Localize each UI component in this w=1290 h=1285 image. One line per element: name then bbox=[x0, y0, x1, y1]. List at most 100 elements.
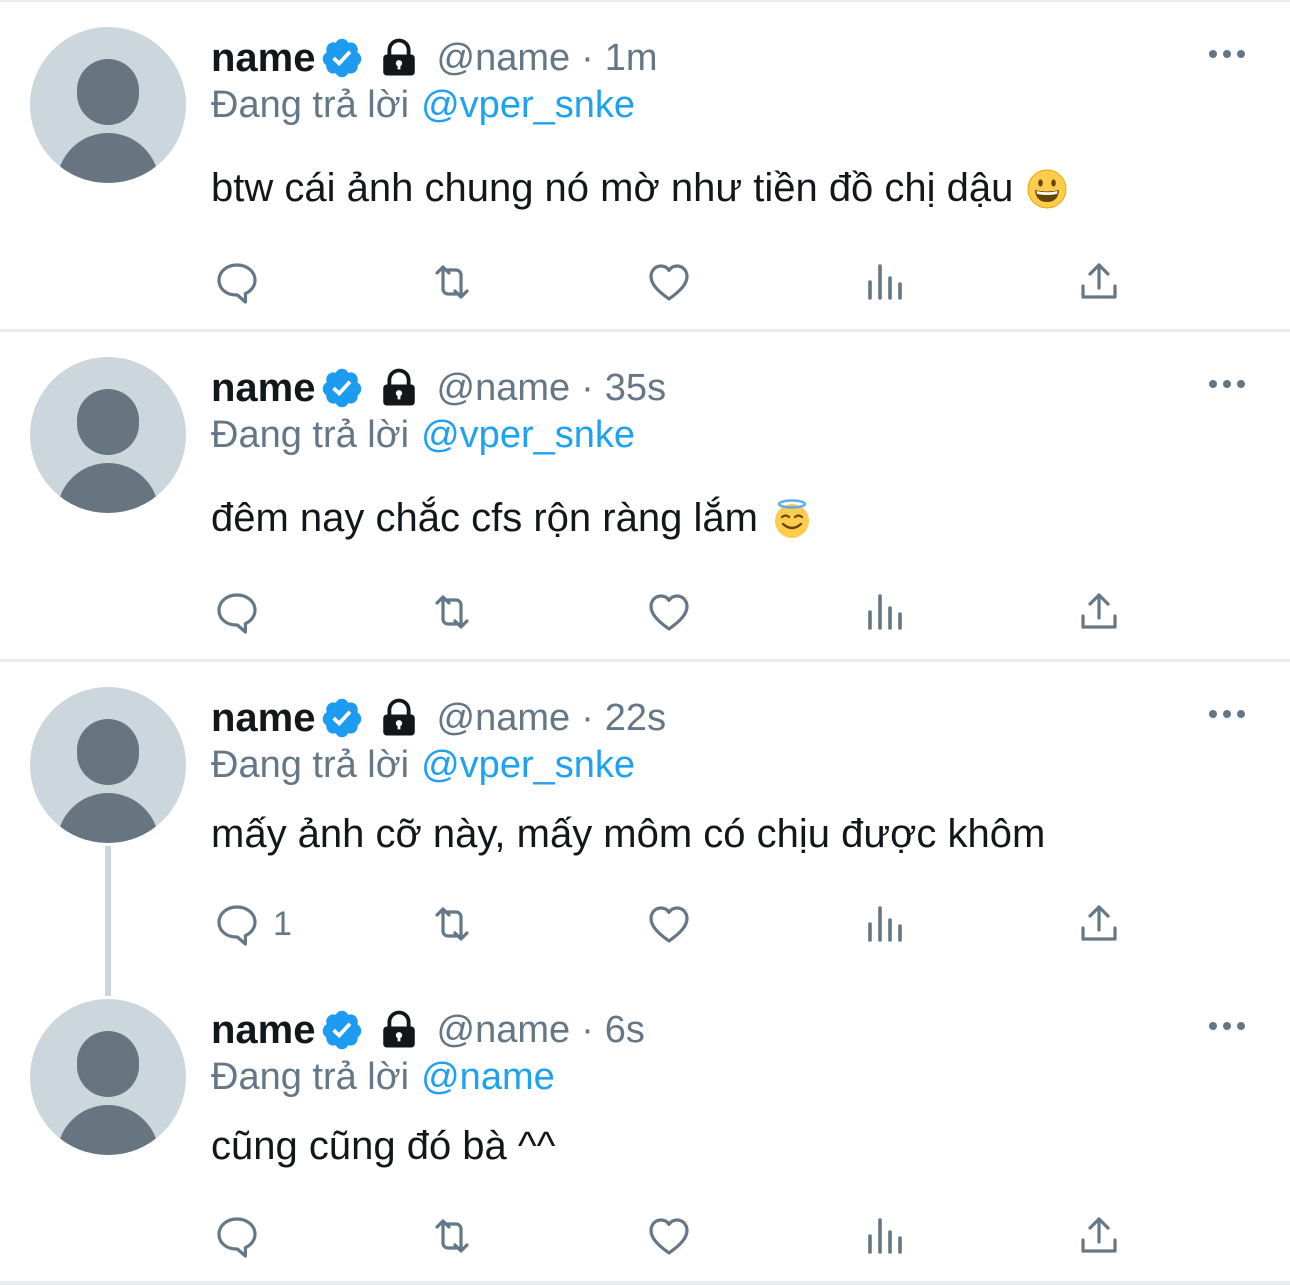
verified-badge-icon bbox=[322, 38, 361, 78]
like-button[interactable] bbox=[645, 1208, 693, 1264]
retweet-button[interactable] bbox=[428, 254, 476, 310]
analytics-icon bbox=[868, 906, 902, 942]
tweet-text: đêm nay chắc cfs rộn ràng lắm bbox=[211, 496, 812, 541]
username[interactable]: @name bbox=[437, 697, 571, 740]
tweet-text: btw cái ảnh chung nó mờ như tiền đồ chị … bbox=[211, 166, 1067, 211]
display-name[interactable]: name bbox=[211, 36, 316, 81]
views-button[interactable] bbox=[860, 584, 908, 640]
separator-dot: · bbox=[581, 1008, 594, 1051]
timestamp[interactable]: 22s bbox=[605, 697, 666, 740]
reply-count: 1 bbox=[273, 904, 292, 943]
separator-dot: · bbox=[581, 366, 594, 409]
tweet[interactable]: name @name · 35s Đang trả lời @vper_snke … bbox=[0, 330, 1290, 659]
avatar[interactable] bbox=[30, 999, 186, 1155]
display-name[interactable]: name bbox=[211, 366, 316, 411]
replying-to-label: Đang trả lời bbox=[211, 1056, 410, 1098]
like-button[interactable] bbox=[645, 896, 693, 952]
share-button[interactable] bbox=[1075, 584, 1123, 640]
retweet-button[interactable] bbox=[428, 896, 476, 952]
replying-to: Đang trả lời @vper_snke bbox=[211, 414, 635, 457]
more-icon[interactable] bbox=[1206, 47, 1248, 61]
replying-to: Đang trả lời @vper_snke bbox=[211, 84, 635, 127]
like-button[interactable] bbox=[645, 584, 693, 640]
replying-to-handle[interactable]: @vper_snke bbox=[421, 84, 635, 126]
replying-to-label: Đang trả lời bbox=[211, 414, 410, 456]
reply-button[interactable] bbox=[213, 1208, 273, 1264]
more-icon[interactable] bbox=[1206, 707, 1248, 721]
username[interactable]: @name bbox=[437, 1009, 571, 1052]
separator-dot: · bbox=[581, 696, 594, 739]
tweet-actions: 1 bbox=[0, 896, 1290, 952]
timestamp[interactable]: 6s bbox=[605, 1009, 645, 1052]
username[interactable]: @name bbox=[437, 367, 571, 410]
tweet-header: name @name · 35s bbox=[211, 366, 666, 410]
like-button[interactable] bbox=[645, 254, 693, 310]
retweet-button[interactable] bbox=[428, 584, 476, 640]
verified-badge-icon bbox=[322, 698, 361, 738]
tweet-actions bbox=[0, 254, 1290, 310]
views-button[interactable] bbox=[860, 896, 908, 952]
heart-icon bbox=[649, 1218, 689, 1255]
smiling-face-with-halo-emoji-icon bbox=[774, 498, 809, 538]
tweet-text-content: mấy ảnh cỡ này, mấy môm có chịu được khô… bbox=[211, 812, 1046, 856]
views-button[interactable] bbox=[860, 254, 908, 310]
replying-to-label: Đang trả lời bbox=[211, 84, 410, 126]
grinning-face-emoji-icon bbox=[1027, 169, 1067, 208]
more-icon[interactable] bbox=[1206, 377, 1248, 391]
share-icon bbox=[1081, 593, 1117, 629]
verified-badge-icon bbox=[322, 1010, 361, 1050]
tweet-header: name @name · 22s bbox=[211, 696, 666, 740]
tweet-text-content: cũng cũng đó bà ^^ bbox=[211, 1124, 556, 1168]
replying-to-handle[interactable]: @vper_snke bbox=[421, 744, 635, 786]
reply-icon bbox=[217, 263, 257, 304]
replying-to: Đang trả lời @name bbox=[211, 1056, 555, 1099]
reply-button[interactable] bbox=[213, 254, 273, 310]
timestamp[interactable]: 35s bbox=[605, 367, 666, 410]
share-button[interactable] bbox=[1075, 254, 1123, 310]
reply-icon bbox=[217, 905, 257, 946]
lock-icon bbox=[382, 1010, 415, 1048]
views-button[interactable] bbox=[860, 1208, 908, 1264]
tweet[interactable]: name @name · 1m Đang trả lời @vper_snke b… bbox=[0, 0, 1290, 329]
separator-dot: · bbox=[581, 36, 594, 79]
share-icon bbox=[1081, 1217, 1117, 1253]
display-name[interactable]: name bbox=[211, 696, 316, 741]
heart-icon bbox=[649, 264, 689, 301]
avatar[interactable] bbox=[30, 687, 186, 843]
retweet-icon bbox=[435, 595, 469, 629]
tweet[interactable]: name @name · 22s Đang trả lời @vper_snke … bbox=[0, 660, 1290, 990]
tweet-actions bbox=[0, 1208, 1290, 1264]
reply-button[interactable]: 1 bbox=[213, 896, 292, 952]
share-button[interactable] bbox=[1075, 1208, 1123, 1264]
reply-icon bbox=[217, 593, 257, 634]
tweet-text: cũng cũng đó bà ^^ bbox=[211, 1124, 555, 1169]
lock-icon bbox=[382, 38, 415, 76]
retweet-button[interactable] bbox=[428, 1208, 476, 1264]
replying-to-handle[interactable]: @name bbox=[421, 1056, 555, 1098]
lock-icon bbox=[382, 368, 415, 406]
tweet-header: name @name · 1m bbox=[211, 36, 658, 80]
tweet-header: name @name · 6s bbox=[211, 1008, 645, 1052]
replying-to-handle[interactable]: @vper_snke bbox=[421, 414, 635, 456]
share-button[interactable] bbox=[1075, 896, 1123, 952]
share-icon bbox=[1081, 905, 1117, 941]
lock-icon bbox=[382, 698, 415, 736]
retweet-icon bbox=[435, 265, 469, 299]
share-icon bbox=[1081, 263, 1117, 299]
display-name[interactable]: name bbox=[211, 1008, 316, 1053]
timestamp[interactable]: 1m bbox=[605, 37, 658, 80]
tweet-text-content: btw cái ảnh chung nó mờ như tiền đồ chị … bbox=[211, 166, 1014, 210]
avatar[interactable] bbox=[30, 357, 186, 513]
heart-icon bbox=[649, 594, 689, 631]
more-icon[interactable] bbox=[1206, 1019, 1248, 1033]
tweet-text: mấy ảnh cỡ này, mấy môm có chịu được khô… bbox=[211, 812, 1045, 857]
analytics-icon bbox=[868, 594, 902, 630]
verified-badge-icon bbox=[322, 368, 361, 408]
retweet-icon bbox=[435, 1219, 469, 1253]
analytics-icon bbox=[868, 1218, 902, 1254]
reply-button[interactable] bbox=[213, 584, 273, 640]
username[interactable]: @name bbox=[437, 37, 571, 80]
tweet[interactable]: name @name · 6s Đang trả lời @name cũng c… bbox=[0, 972, 1290, 1281]
retweet-icon bbox=[435, 907, 469, 941]
avatar[interactable] bbox=[30, 27, 186, 183]
